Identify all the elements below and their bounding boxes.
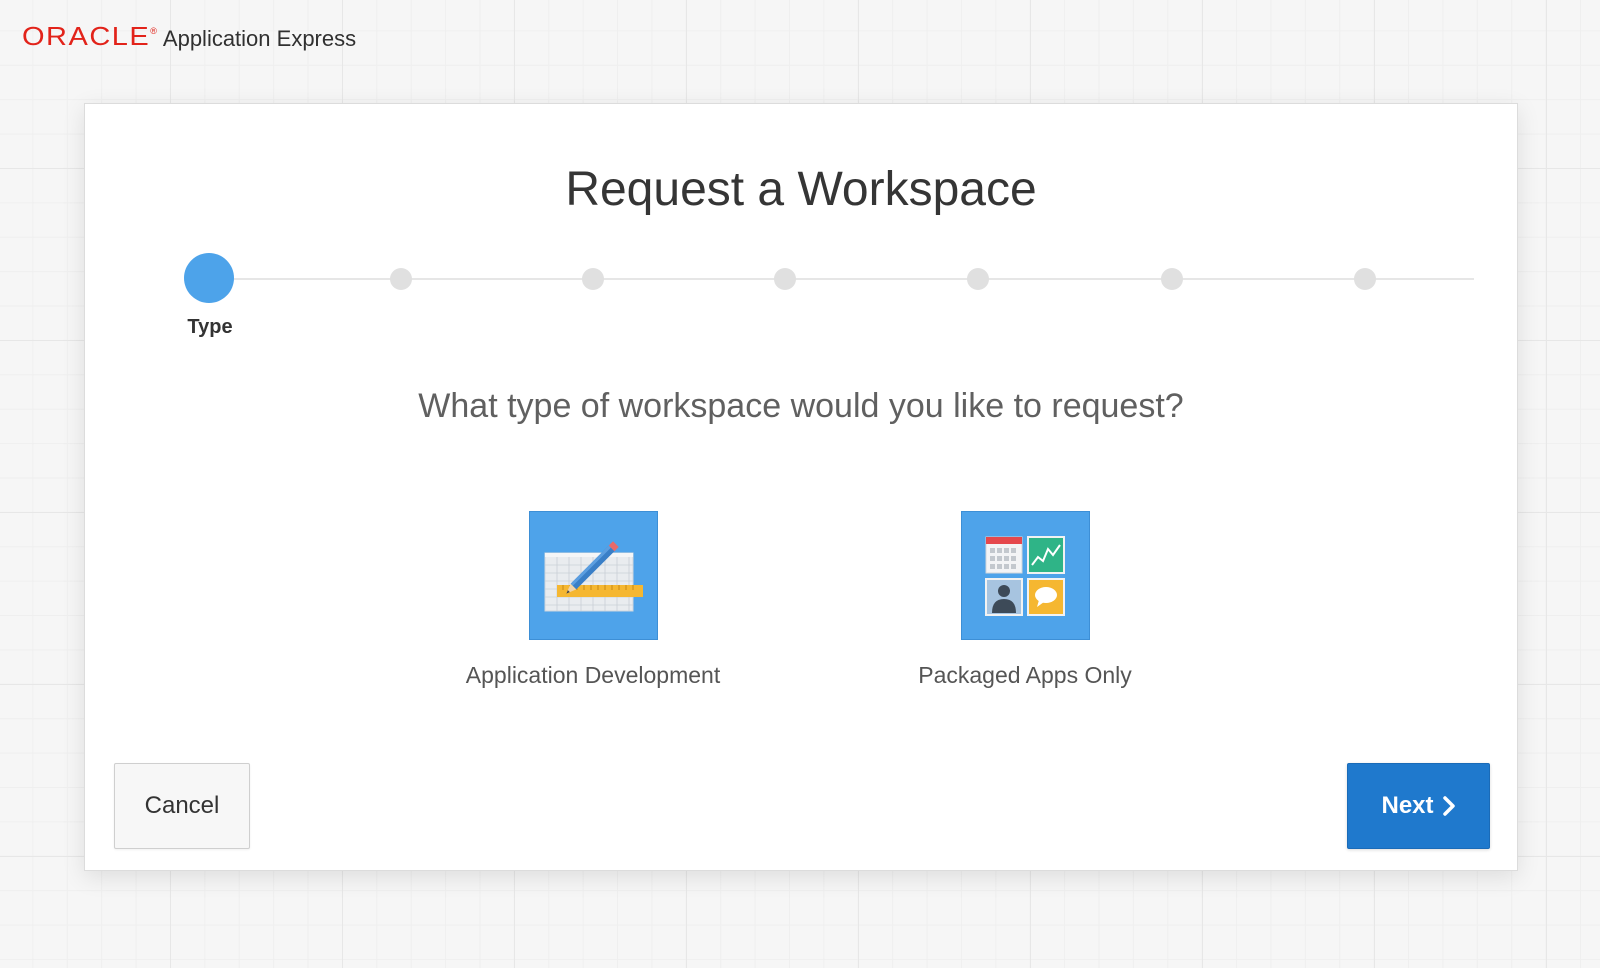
option-application-development[interactable]: Application Development: [428, 511, 758, 690]
option-label: Application Development: [465, 662, 721, 688]
wizard-step-1-active: [184, 253, 234, 303]
wizard-step-4: [774, 268, 796, 290]
request-workspace-dialog: Request a Workspace Type What type of wo…: [84, 103, 1518, 871]
next-button[interactable]: Next: [1347, 763, 1490, 849]
app-tiles-icon: [960, 511, 1090, 640]
wizard-step-5: [967, 268, 989, 290]
pencil-ruler-grid-icon: [528, 511, 658, 640]
option-label: Packaged Apps Only: [918, 662, 1132, 688]
wizard-step-2: [390, 268, 412, 290]
option-packaged-apps-only[interactable]: Packaged Apps Only: [860, 511, 1190, 690]
wizard-step-label: Type: [187, 316, 233, 338]
product-name: Application Express: [162, 25, 357, 51]
next-button-label: Next: [1381, 792, 1434, 819]
wizard-step-3: [582, 268, 604, 290]
workspace-type-question: What type of workspace would you like to…: [418, 387, 1184, 425]
oracle-wordmark: ORACLE: [22, 22, 151, 51]
cancel-button[interactable]: Cancel: [114, 763, 250, 849]
wizard-progress: Type: [85, 104, 1517, 364]
registered-mark: ®: [150, 26, 157, 36]
chevron-right-icon: [1442, 796, 1455, 816]
wizard-step-7: [1354, 268, 1376, 290]
oracle-apex-logo: ORACLE ® Application Express: [22, 20, 356, 54]
wizard-step-6: [1161, 268, 1183, 290]
